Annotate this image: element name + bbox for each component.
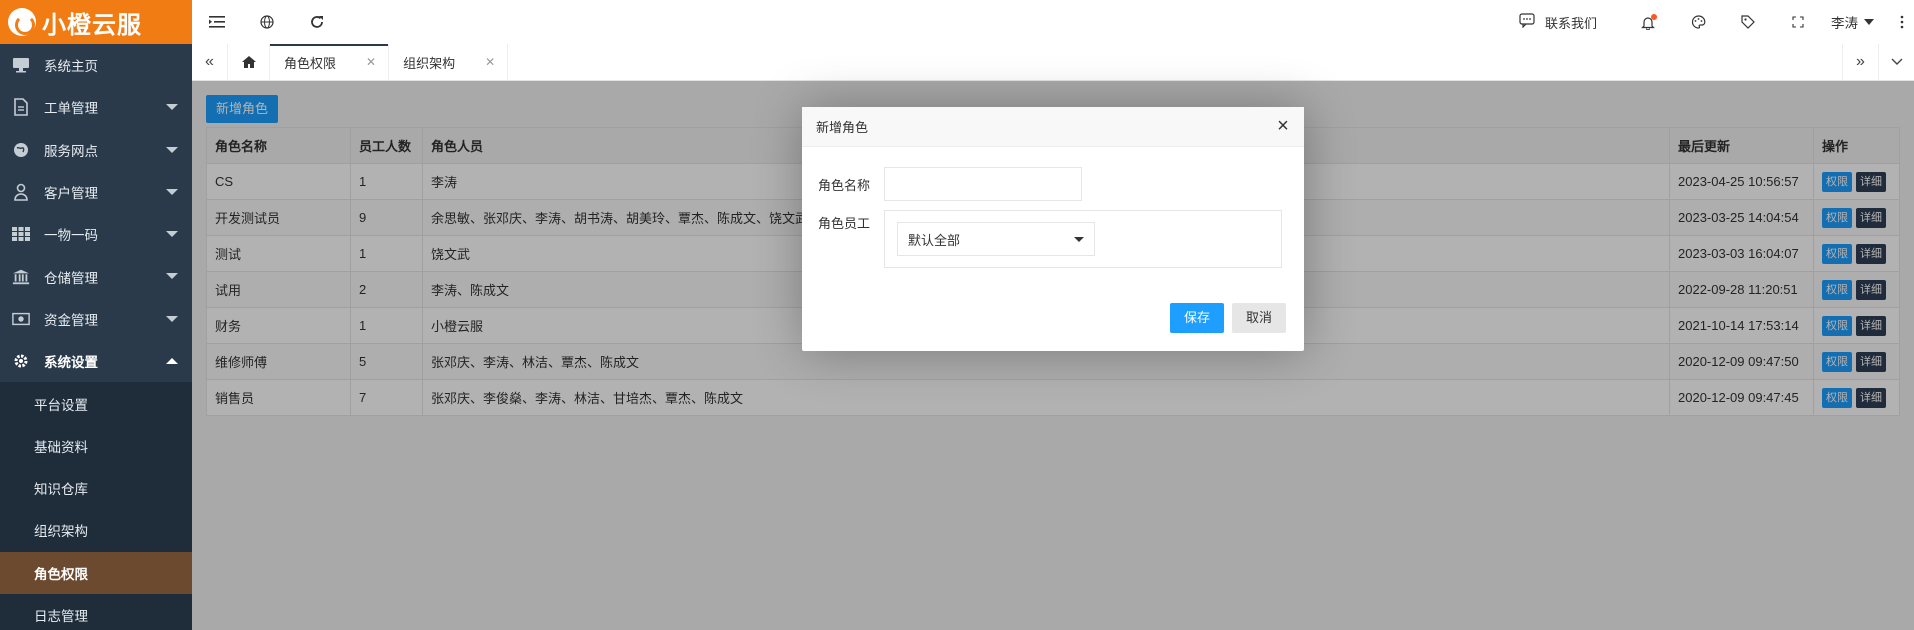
sidebar-item-service-network[interactable]: 服务网点 [0, 129, 192, 171]
sidebar-item-label: 工单管理 [44, 101, 98, 117]
gear-icon [12, 352, 30, 370]
role-name-input[interactable] [884, 167, 1082, 201]
bell-icon[interactable] [1623, 0, 1673, 44]
logo[interactable]: 小橙云服 [0, 0, 192, 44]
close-icon[interactable]: ✕ [485, 55, 495, 69]
add-role-dialog: 新增角色 × 角色名称 角色员工 默认全部 保存 取消 [802, 107, 1304, 351]
tab-organization[interactable]: 组织架构 ✕ [389, 44, 509, 80]
sidebar-item-warehouse[interactable]: 仓储管理 [0, 255, 192, 297]
dialog-title: 新增角色 [816, 120, 869, 135]
sidebar-item-label: 客户管理 [44, 186, 98, 202]
cancel-button[interactable]: 取消 [1231, 303, 1286, 333]
sidebar-subitem-platform[interactable]: 平台设置 [0, 382, 192, 424]
home-icon[interactable] [228, 44, 270, 80]
close-icon[interactable]: × [1274, 116, 1292, 136]
chevron-down-icon [166, 104, 178, 111]
role-staff-label: 角色员工 [818, 216, 871, 231]
staff-select[interactable]: 默认全部 [897, 222, 1095, 256]
sidebar-item-funds[interactable]: 资金管理 [0, 298, 192, 340]
logo-icon [8, 8, 36, 36]
chevron-down-icon [166, 273, 178, 280]
chevron-down-icon[interactable] [1878, 44, 1914, 80]
tab-bar: « 角色权限 ✕ 组织架构 ✕ » [192, 44, 1914, 81]
dialog-header: 新增角色 [802, 107, 1304, 147]
caret-down-icon [1074, 237, 1084, 242]
tag-icon[interactable] [1723, 0, 1773, 44]
tabs-scroll-left-icon[interactable]: « [192, 44, 228, 80]
sidebar-item-label: 资金管理 [44, 312, 98, 328]
submenu-system-settings: 平台设置 基础资料 知识仓库 组织架构 角色权限 日志管理 [0, 382, 192, 630]
user-icon [12, 183, 30, 201]
palette-icon[interactable] [1673, 0, 1723, 44]
role-staff-row: 角色员工 默认全部 [818, 210, 1282, 268]
sidebar-subitem-organization[interactable]: 组织架构 [0, 509, 192, 551]
bank-icon [12, 268, 30, 286]
sidebar-item-label: 一物一码 [44, 228, 98, 244]
sidebar-subitem-basic-data[interactable]: 基础资料 [0, 425, 192, 467]
role-staff-box: 默认全部 [884, 210, 1282, 268]
sidebar-item-one-code[interactable]: 一物一码 [0, 213, 192, 255]
monitor-icon [12, 56, 30, 74]
globe-icon [12, 141, 30, 159]
sidebar-item-label: 系统主页 [44, 59, 98, 75]
dialog-buttons: 保存 取消 [1169, 303, 1286, 333]
grid-icon [12, 225, 30, 243]
menu-toggle-icon[interactable] [192, 0, 242, 44]
chevron-down-icon [166, 146, 178, 153]
globe-icon[interactable] [242, 0, 292, 44]
sidebar-item-label: 系统设置 [44, 355, 98, 371]
chevron-up-icon [166, 358, 178, 365]
sidebar-subitem-roles[interactable]: 角色权限 [0, 551, 192, 594]
chevron-down-icon [166, 315, 178, 322]
money-icon [12, 310, 30, 328]
logo-text: 小橙云服 [42, 11, 142, 39]
sidebar-item-home[interactable]: 系统主页 [0, 44, 192, 86]
chevron-down-icon [166, 188, 178, 195]
top-header: 联系我们 李涛 [192, 0, 1914, 44]
user-name: 李涛 [1831, 16, 1858, 31]
caret-down-icon [1864, 19, 1874, 25]
sidebar-item-workorder[interactable]: 工单管理 [0, 86, 192, 128]
fullscreen-icon[interactable] [1773, 0, 1823, 44]
save-button[interactable]: 保存 [1169, 303, 1224, 333]
user-menu[interactable]: 李涛 [1831, 12, 1874, 32]
sidebar-item-system-settings[interactable]: 系统设置 [0, 340, 192, 382]
role-name-label: 角色名称 [818, 178, 871, 193]
close-icon[interactable]: ✕ [366, 55, 376, 69]
more-vertical-icon[interactable] [1890, 0, 1914, 44]
sidebar-item-customers[interactable]: 客户管理 [0, 171, 192, 213]
staff-select-value: 默认全部 [908, 232, 961, 248]
tab-roles[interactable]: 角色权限 ✕ [270, 44, 390, 80]
sidebar-item-label: 仓储管理 [44, 270, 98, 286]
role-name-row: 角色名称 [818, 167, 1082, 201]
tabs-scroll-right-icon[interactable]: » [1842, 44, 1878, 80]
document-icon [12, 98, 30, 117]
sidebar-subitem-knowledge[interactable]: 知识仓库 [0, 467, 192, 509]
contact-us-label: 联系我们 [1544, 15, 1597, 31]
contact-us-link[interactable]: 联系我们 [1519, 13, 1597, 32]
chat-icon [1519, 13, 1535, 31]
sidebar-item-label: 服务网点 [44, 143, 98, 159]
refresh-icon[interactable] [292, 0, 342, 44]
tab-label: 组织架构 [403, 55, 456, 71]
sidebar-subitem-logs[interactable]: 日志管理 [0, 594, 192, 630]
tab-label: 角色权限 [284, 55, 337, 71]
notification-dot [1651, 14, 1657, 20]
chevron-down-icon [166, 231, 178, 238]
sidebar: 小橙云服 系统主页 工单管理 服务网点 客户管理 一物一码 仓储管理 资金管理 … [0, 0, 192, 630]
